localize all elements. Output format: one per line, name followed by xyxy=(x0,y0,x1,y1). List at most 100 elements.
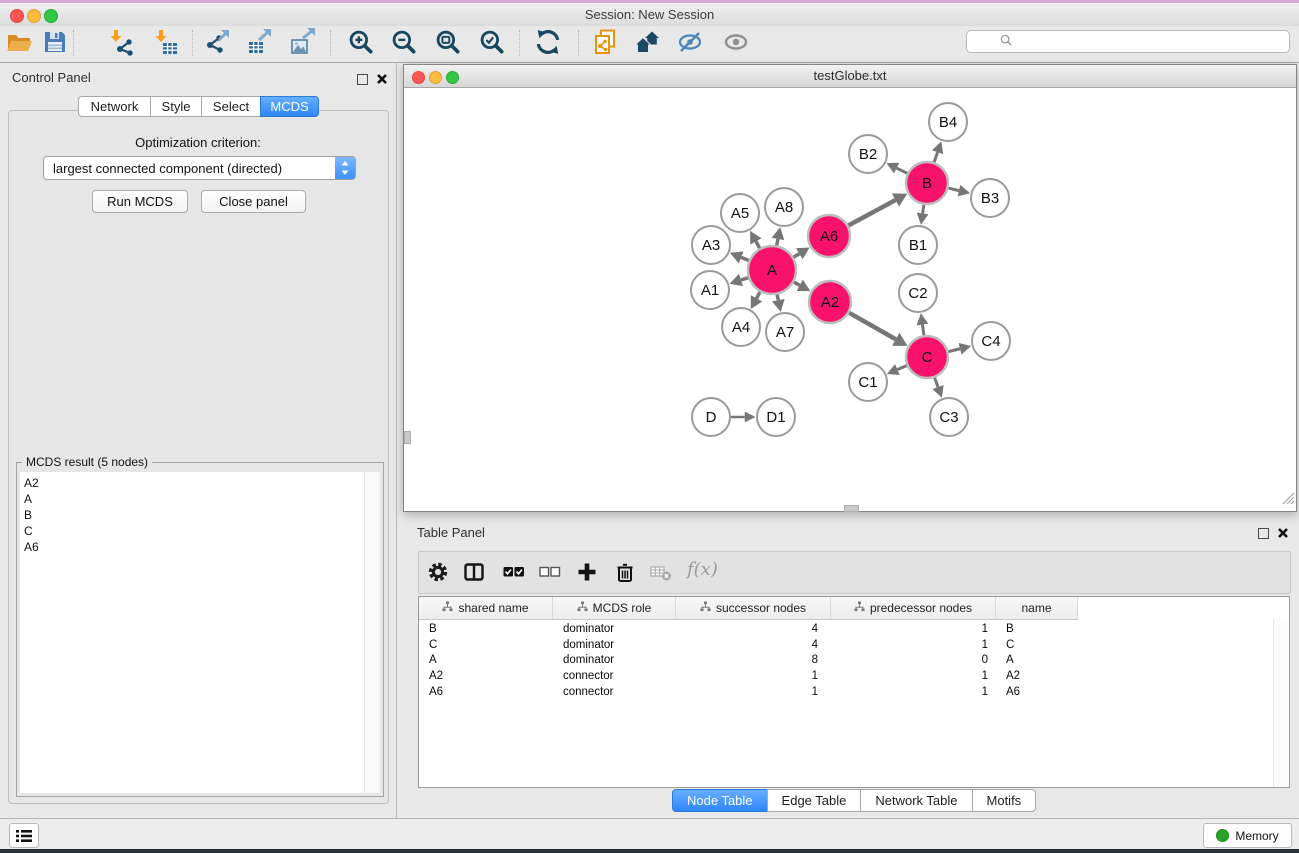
edge-D-D1[interactable] xyxy=(731,412,756,423)
edge-A2-C[interactable] xyxy=(849,313,907,346)
column-manager-icon[interactable] xyxy=(463,561,485,583)
export-network-icon[interactable] xyxy=(204,28,232,56)
edge-A-A4[interactable] xyxy=(751,292,762,309)
edge-B-B4[interactable] xyxy=(932,141,943,162)
edge-A-A6[interactable] xyxy=(793,248,809,260)
table-row[interactable]: Cdominator41C xyxy=(419,637,1273,653)
close-panel-icon[interactable] xyxy=(376,72,388,90)
node-C1[interactable]: C1 xyxy=(849,363,887,401)
mcds-result-item[interactable]: B xyxy=(24,507,364,523)
edge-A-A8[interactable] xyxy=(772,227,785,245)
tab-network[interactable]: Network xyxy=(78,96,151,117)
export-table-icon[interactable] xyxy=(246,28,274,56)
table-row[interactable]: Bdominator41B xyxy=(419,621,1273,637)
mcds-result-item[interactable]: A2 xyxy=(24,475,364,491)
table-row[interactable]: Adominator80A xyxy=(419,652,1273,668)
node-B3[interactable]: B3 xyxy=(971,179,1009,217)
edge-A-A1[interactable] xyxy=(730,274,749,286)
column-header-successor-nodes[interactable]: successor nodes xyxy=(676,597,831,619)
optimization-criterion-select[interactable]: largest connected component (directed) xyxy=(43,156,356,180)
node-A1[interactable]: A1 xyxy=(691,271,729,309)
minimize-network-button[interactable] xyxy=(429,71,442,84)
mcds-result-item[interactable]: A6 xyxy=(24,539,364,555)
mcds-result-item[interactable]: C xyxy=(24,523,364,539)
panel-divider[interactable] xyxy=(396,62,397,818)
add-column-icon[interactable] xyxy=(576,561,598,583)
import-table-icon[interactable] xyxy=(151,28,179,56)
tab-mcds[interactable]: MCDS xyxy=(260,96,319,117)
node-A8[interactable]: A8 xyxy=(765,188,803,226)
deselect-all-icon[interactable] xyxy=(539,561,561,583)
search-input[interactable] xyxy=(966,30,1290,53)
node-A[interactable]: A xyxy=(748,246,796,294)
float-table-panel-icon[interactable] xyxy=(1258,528,1269,539)
node-C2[interactable]: C2 xyxy=(899,274,937,312)
node-A6[interactable]: A6 xyxy=(808,215,850,257)
edge-A-A2[interactable] xyxy=(794,280,810,291)
clone-network-icon[interactable] xyxy=(591,28,619,56)
delete-table-icon[interactable] xyxy=(650,561,672,583)
edge-A-A7[interactable] xyxy=(772,294,785,311)
select-all-icon[interactable] xyxy=(503,561,525,583)
node-A7[interactable]: A7 xyxy=(766,313,804,351)
task-history-button[interactable] xyxy=(9,823,39,848)
mcds-result-list[interactable]: A2ABCA6 xyxy=(20,472,365,793)
tab-style[interactable]: Style xyxy=(150,96,202,117)
horizontal-scrollbar-thumb[interactable] xyxy=(844,505,859,512)
table-settings-gear-icon[interactable] xyxy=(427,561,449,583)
edge-C-C3[interactable] xyxy=(932,378,943,398)
node-A3[interactable]: A3 xyxy=(692,226,730,264)
column-header-name[interactable]: name xyxy=(996,597,1078,619)
vertical-scrollbar-thumb[interactable] xyxy=(404,431,411,444)
node-table[interactable]: shared nameMCDS rolesuccessor nodesprede… xyxy=(418,596,1290,788)
tab-select[interactable]: Select xyxy=(201,96,261,117)
save-session-icon[interactable] xyxy=(41,28,69,56)
close-window-button[interactable] xyxy=(10,9,24,23)
export-image-icon[interactable] xyxy=(289,28,317,56)
delete-column-trash-icon[interactable] xyxy=(614,561,636,583)
node-B1[interactable]: B1 xyxy=(899,226,937,264)
minimize-window-button[interactable] xyxy=(27,9,41,23)
edge-A6-B[interactable] xyxy=(848,193,907,225)
edge-B-B1[interactable] xyxy=(917,205,929,225)
zoom-out-icon[interactable] xyxy=(390,28,418,56)
mcds-result-item[interactable]: A xyxy=(24,491,364,507)
zoom-fit-icon[interactable] xyxy=(434,28,462,56)
import-network-icon[interactable] xyxy=(106,28,134,56)
edge-A-A3[interactable] xyxy=(730,251,749,263)
network-canvas[interactable]: AA2A6BCA1A3A4A5A7A8B1B2B3B4C1C2C3C4DD1 xyxy=(404,88,1296,511)
node-A5[interactable]: A5 xyxy=(721,194,759,232)
refresh-view-icon[interactable] xyxy=(534,28,562,56)
zoom-in-icon[interactable] xyxy=(347,28,375,56)
node-B[interactable]: B xyxy=(906,162,948,204)
tab-network-table[interactable]: Network Table xyxy=(860,789,972,812)
tab-motifs[interactable]: Motifs xyxy=(972,789,1037,812)
edge-C-C4[interactable] xyxy=(948,343,971,355)
table-row[interactable]: A2connector11A2 xyxy=(419,668,1273,684)
hide-selected-eye-slash-icon[interactable] xyxy=(677,28,705,56)
node-C[interactable]: C xyxy=(906,336,948,378)
tab-node-table[interactable]: Node Table xyxy=(672,789,768,812)
close-panel-button[interactable]: Close panel xyxy=(201,190,306,213)
mcds-result-scrollbar[interactable] xyxy=(364,472,380,793)
resize-grip-icon[interactable] xyxy=(1282,492,1295,510)
close-table-panel-icon[interactable] xyxy=(1277,526,1289,544)
edge-B-B2[interactable] xyxy=(886,163,907,174)
node-B2[interactable]: B2 xyxy=(849,135,887,173)
column-header-shared-name[interactable]: shared name xyxy=(419,597,553,619)
node-A4[interactable]: A4 xyxy=(722,308,760,346)
network-graph[interactable]: AA2A6BCA1A3A4A5A7A8B1B2B3B4C1C2C3C4DD1 xyxy=(404,88,1296,511)
maximize-window-button[interactable] xyxy=(44,9,58,23)
node-D[interactable]: D xyxy=(692,398,730,436)
edge-A-A5[interactable] xyxy=(750,231,762,248)
node-D1[interactable]: D1 xyxy=(757,398,795,436)
column-header-predecessor-nodes[interactable]: predecessor nodes xyxy=(831,597,996,619)
node-C4[interactable]: C4 xyxy=(972,322,1010,360)
edge-B-B3[interactable] xyxy=(948,185,970,197)
maximize-network-button[interactable] xyxy=(446,71,459,84)
table-scrollbar[interactable] xyxy=(1273,619,1289,787)
column-header-MCDS-role[interactable]: MCDS role xyxy=(553,597,676,619)
edge-C-C2[interactable] xyxy=(917,313,929,335)
node-A2[interactable]: A2 xyxy=(809,281,851,323)
node-C3[interactable]: C3 xyxy=(930,398,968,436)
